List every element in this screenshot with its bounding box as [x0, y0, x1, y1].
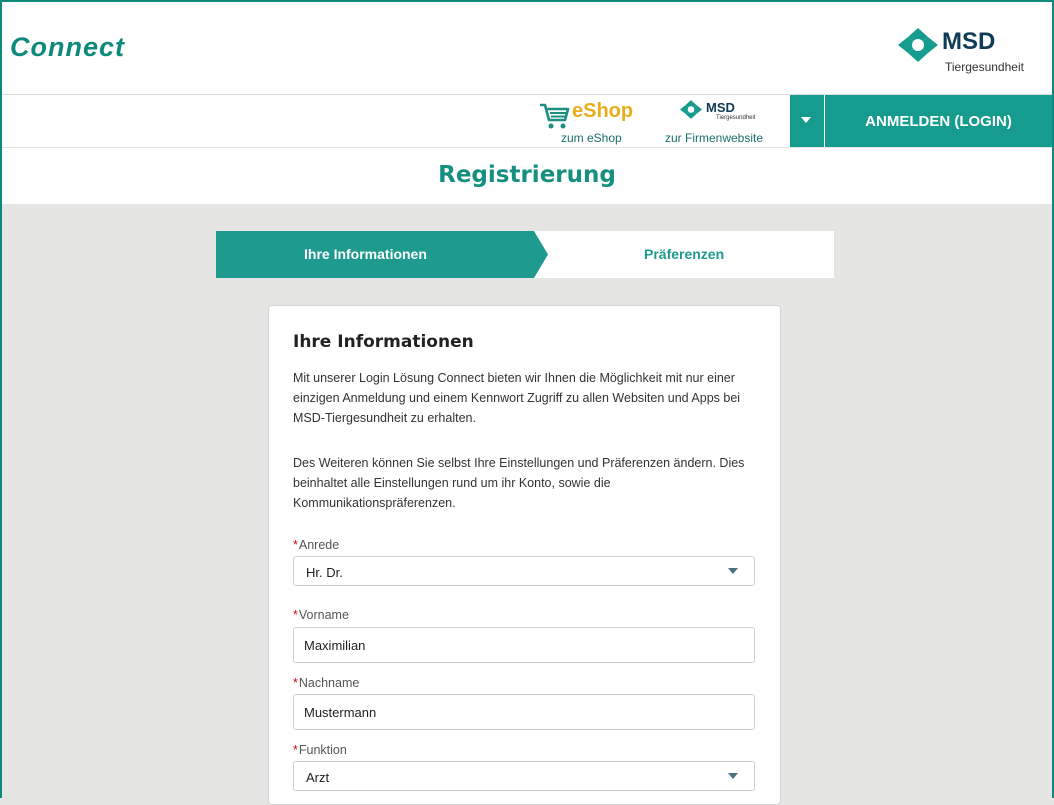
salutation-select[interactable]: Hr. Dr. — [293, 556, 755, 586]
registration-stepper: Ihre Informationen Präferenzen — [216, 231, 834, 278]
step-your-information[interactable]: Ihre Informationen — [216, 231, 548, 278]
top-bar: Connect MSD Tiergesundheit — [2, 2, 1052, 95]
required-asterisk: * — [293, 538, 298, 552]
last-name-input[interactable] — [293, 694, 755, 730]
chevron-down-icon — [728, 568, 738, 574]
step-preferences[interactable]: Präferenzen — [548, 231, 834, 278]
form-heading: Ihre Informationen — [293, 332, 474, 352]
login-button[interactable]: ANMELDEN (LOGIN) — [825, 95, 1052, 147]
first-name-label: *Vorname — [293, 608, 349, 622]
app-window: Connect MSD Tiergesundheit eShop zum eSh… — [0, 0, 1054, 805]
intro-paragraph-1: Mit unserer Login Lösung Connect bieten … — [293, 371, 741, 425]
chevron-down-icon — [801, 117, 811, 123]
msd-logo-icon — [898, 28, 938, 62]
required-asterisk: * — [293, 608, 298, 622]
eshop-caption: zum eShop — [561, 131, 622, 145]
eshop-link[interactable]: eShop zum eShop — [539, 97, 649, 147]
nav-bar: eShop zum eShop MSD Tiergesundheit zur F… — [2, 95, 1052, 148]
first-name-input[interactable] — [293, 627, 755, 663]
eshop-wordmark: eShop — [572, 100, 634, 122]
cart-icon — [540, 103, 570, 129]
company-website-link[interactable]: MSD Tiergesundheit zur Firmenwebsite — [660, 97, 790, 147]
site-brand-name: MSD — [706, 100, 735, 115]
function-value: Arzt — [306, 770, 330, 785]
site-brand-subtitle: Tiergesundheit — [716, 115, 756, 121]
app-title: Connect — [10, 32, 125, 62]
step-label: Ihre Informationen — [304, 246, 427, 262]
msd-logo-icon — [680, 100, 702, 119]
step-label: Präferenzen — [644, 246, 725, 262]
page-title: Registrierung — [438, 162, 616, 188]
msd-brand-logo[interactable]: MSD Tiergesundheit — [886, 22, 1036, 78]
registration-form-card: Ihre Informationen Mit unserer Login Lös… — [268, 305, 781, 805]
required-asterisk: * — [293, 743, 298, 757]
intro-paragraph-2: Des Weiteren können Sie selbst Ihre Eins… — [293, 456, 745, 510]
function-select[interactable]: Arzt — [293, 761, 755, 791]
required-asterisk: * — [293, 676, 298, 690]
chevron-down-icon — [728, 773, 738, 779]
nav-dropdown-toggle[interactable] — [790, 95, 825, 147]
last-name-label: *Nachname — [293, 676, 360, 690]
function-label: *Funktion — [293, 743, 347, 757]
brand-name: MSD — [942, 28, 996, 55]
website-caption: zur Firmenwebsite — [665, 131, 764, 145]
salutation-label: *Anrede — [293, 538, 340, 552]
page-header: Registrierung — [2, 148, 1052, 204]
salutation-value: Hr. Dr. — [306, 565, 343, 580]
brand-subtitle: Tiergesundheit — [945, 60, 1024, 74]
